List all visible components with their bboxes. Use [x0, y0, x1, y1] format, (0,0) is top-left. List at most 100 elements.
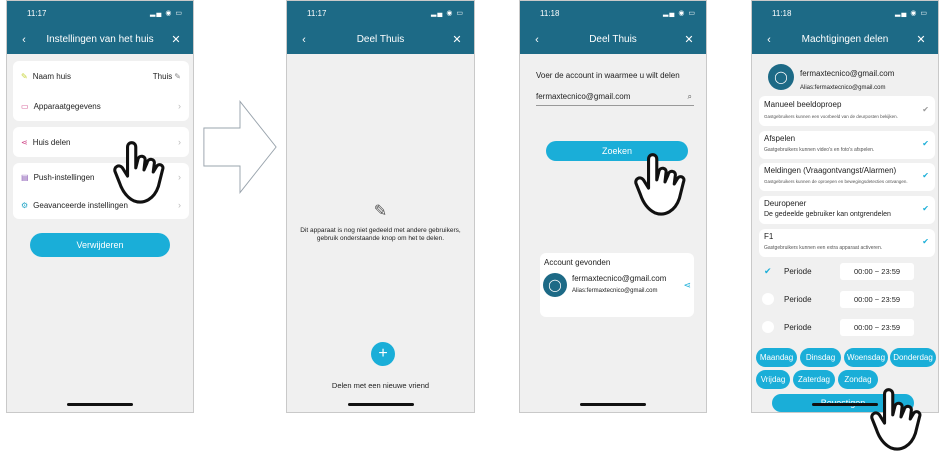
- status-time: 11:17: [307, 9, 327, 18]
- empty-state-icon: ✎: [373, 203, 388, 220]
- status-time: 11:17: [27, 9, 47, 18]
- delete-button[interactable]: Verwijderen: [30, 233, 170, 257]
- row-label: Push-instellingen: [33, 172, 95, 182]
- day-chip-monday[interactable]: Maandag: [756, 348, 797, 367]
- close-icon[interactable]: ✕: [914, 33, 928, 46]
- account-found-card: Account gevonden ◯ fermaxtecnico@gmail.c…: [540, 253, 694, 317]
- period-time[interactable]: 00:00 ~ 23:59: [840, 291, 914, 308]
- search-input-value: fermaxtecnico@gmail.com: [536, 92, 631, 101]
- period-label: Periode: [784, 323, 812, 332]
- perm-title: Afspelen: [764, 134, 796, 143]
- day-chip-wednesday[interactable]: Woensdag: [844, 348, 888, 367]
- checkmark-icon[interactable]: ✔: [764, 266, 772, 277]
- share-icon[interactable]: ⋖: [683, 280, 691, 291]
- perm-title: Deuropener: [764, 199, 807, 208]
- share-icon: ⋖: [21, 137, 28, 147]
- perm-title: Manueel beeldoproep: [764, 100, 842, 109]
- row-device-info[interactable]: ▭ Apparaatgegevens ›: [13, 91, 189, 121]
- status-icons: ▂▄ ◉ ▭: [895, 10, 928, 17]
- row-label: Naam huis: [32, 71, 71, 81]
- checkmark-icon[interactable]: ✔: [922, 171, 929, 180]
- page-title: Instellingen van het huis: [46, 34, 154, 45]
- back-icon[interactable]: ‹: [297, 34, 311, 46]
- checkmark-icon[interactable]: ✔: [922, 105, 929, 114]
- pointer-hand-icon: [113, 141, 165, 204]
- period-time[interactable]: 00:00 ~ 23:59: [840, 263, 914, 280]
- screen-share-home-search: 11:18 ▂▄ ◉ ▭ ‹ Deel Thuis ✕ Voer de accou…: [519, 0, 707, 413]
- day-chip-friday[interactable]: Vrijdag: [756, 370, 790, 389]
- perm-desc: Gastgebruikers kunnen een extra apparaat…: [764, 245, 883, 251]
- message-icon: ▤: [21, 172, 29, 182]
- close-icon[interactable]: ✕: [682, 33, 696, 46]
- checkmark-icon[interactable]: ✔: [922, 139, 929, 148]
- close-icon[interactable]: ✕: [450, 33, 464, 46]
- search-input[interactable]: fermaxtecnico@gmail.com ⌕: [536, 89, 694, 106]
- pencil-icon: ✎: [21, 71, 28, 81]
- row-home-name[interactable]: ✎ Naam huis Thuis ✎: [13, 61, 189, 91]
- checkmark-icon[interactable]: ✔: [922, 204, 929, 213]
- perm-desc: Gastgebruikers kunnen de oproepen en bew…: [764, 179, 908, 184]
- period-row-2[interactable]: Periode 00:00 ~ 23:59: [762, 319, 932, 337]
- period-label: Periode: [784, 295, 812, 304]
- back-icon[interactable]: ‹: [530, 34, 544, 46]
- account-email: fermaxtecnico@gmail.com: [572, 274, 667, 283]
- close-icon[interactable]: ✕: [169, 33, 183, 46]
- account-alias: Alias:fermaxtecnico@gmail.com: [572, 288, 658, 294]
- pointer-hand-icon: [870, 388, 922, 451]
- pointer-hand-icon: [634, 153, 686, 216]
- radio-circle[interactable]: [762, 321, 774, 333]
- perm-title: Meldingen (Vraagontvangst/Alarmen): [764, 166, 897, 175]
- arrow-right-icon: [203, 100, 277, 194]
- header: 11:18 ▂▄ ◉ ▭ ‹ Deel Thuis ✕: [520, 1, 706, 54]
- empty-state-text: Dit apparaat is nog niet gedeeld met and…: [300, 227, 461, 243]
- chevron-right-icon: ›: [178, 101, 181, 111]
- perm-desc: Gastgebruikers kunnen een voorbeeld van …: [764, 114, 898, 119]
- search-icon[interactable]: ⌕: [688, 89, 692, 105]
- radio-circle[interactable]: [762, 293, 774, 305]
- perm-card-4[interactable]: F1 Gastgebruikers kunnen een extra appar…: [759, 229, 935, 257]
- period-label: Periode: [784, 267, 812, 276]
- status-icons: ▂▄ ◉ ▭: [431, 10, 464, 17]
- gear-icon: ⚙: [21, 200, 29, 210]
- day-chip-saturday[interactable]: Zaterdag: [793, 370, 835, 389]
- user-avatar: ◯: [768, 64, 794, 90]
- page-title: Deel Thuis: [589, 34, 637, 45]
- screen-share-permissions: 11:18 ▂▄ ◉ ▭ ‹ Machtigingen delen ✕ ◯ fer…: [751, 0, 939, 413]
- period-time[interactable]: 00:00 ~ 23:59: [840, 319, 914, 336]
- perm-card-0[interactable]: Manueel beeldoproep Gastgebruikers kunne…: [759, 96, 935, 126]
- row-label: Apparaatgegevens: [33, 101, 101, 111]
- home-indicator: [347, 403, 414, 406]
- chevron-right-icon: ›: [178, 200, 181, 210]
- screen-share-home-empty: 11:17 ▂▄ ◉ ▭ ‹ Deel Thuis ✕ ✎ Dit apparaa…: [286, 0, 475, 413]
- day-chip-thursday[interactable]: Donderdag: [890, 348, 936, 367]
- add-friend-label: Delen met een nieuwe vriend: [331, 381, 430, 390]
- period-row-0[interactable]: ✔ Periode 00:00 ~ 23:59: [762, 263, 932, 281]
- period-row-1[interactable]: Periode 00:00 ~ 23:59: [762, 291, 932, 309]
- perm-desc: De gedeelde gebruiker kan ontgrendelen: [764, 211, 891, 218]
- search-prompt: Voer de account in waarmee u wilt delen: [536, 71, 680, 80]
- back-icon[interactable]: ‹: [17, 34, 31, 46]
- device-icon: ▭: [21, 101, 29, 111]
- status-time: 11:18: [772, 9, 792, 18]
- page-title: Deel Thuis: [356, 34, 405, 45]
- back-icon[interactable]: ‹: [762, 34, 776, 46]
- screen-home-settings: 11:17 ▂▄ ◉ ▭ ‹ Instellingen van het huis …: [6, 0, 194, 413]
- home-indicator: [67, 403, 133, 406]
- checkmark-icon[interactable]: ✔: [922, 237, 929, 246]
- perm-title: F1: [764, 232, 774, 241]
- header: 11:17 ▂▄ ◉ ▭ ‹ Instellingen van het huis …: [7, 1, 193, 54]
- user-alias: Alias:fermaxtecnico@gmail.com: [800, 85, 886, 91]
- perm-card-1[interactable]: Afspelen Gastgebruikers kunnen video's e…: [759, 131, 935, 159]
- avatar: ◯: [543, 273, 567, 297]
- status-time: 11:18: [540, 9, 560, 18]
- header: 11:17 ▂▄ ◉ ▭ ‹ Deel Thuis ✕: [287, 1, 474, 54]
- row-label: Huis delen: [32, 137, 71, 147]
- account-found-title: Account gevonden: [544, 258, 611, 267]
- day-chip-tuesday[interactable]: Dinsdag: [800, 348, 841, 367]
- perm-card-2[interactable]: Meldingen (Vraagontvangst/Alarmen) Gastg…: [759, 163, 935, 191]
- user-email: fermaxtecnico@gmail.com: [800, 69, 895, 78]
- edit-icon: ✎: [174, 71, 181, 81]
- status-icons: ▂▄ ◉ ▭: [663, 10, 696, 17]
- perm-card-3[interactable]: Deuropener De gedeelde gebruiker kan ont…: [759, 196, 935, 224]
- add-friend-button[interactable]: +: [371, 342, 395, 366]
